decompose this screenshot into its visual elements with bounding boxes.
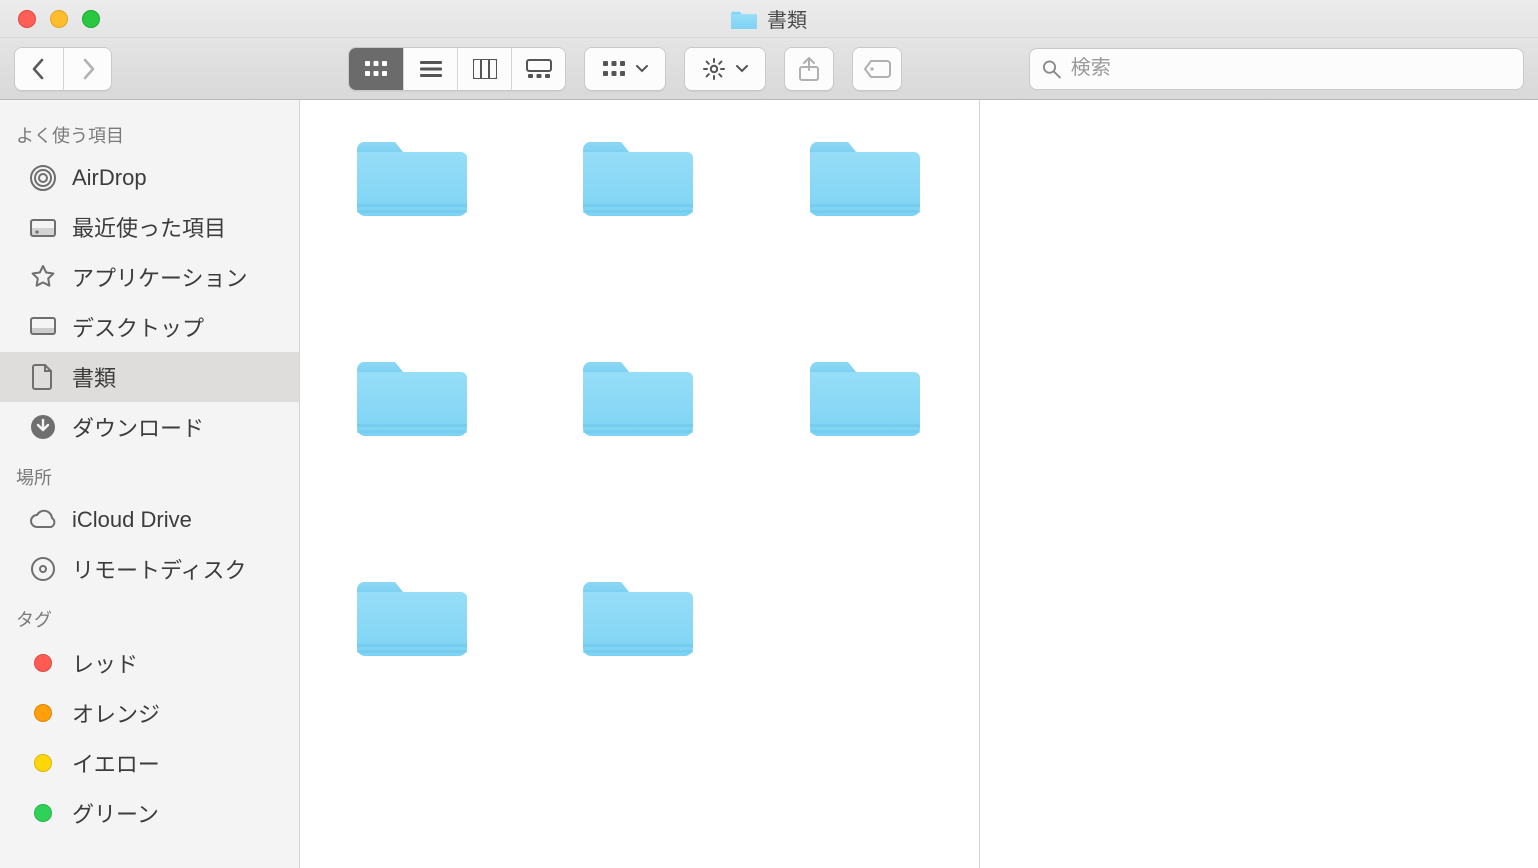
share-button[interactable] [784, 47, 834, 91]
sidebar-item-label: アプリケーション [72, 261, 248, 293]
folder-icon [810, 130, 922, 220]
window-title: 書類 [731, 4, 807, 33]
sidebar-section-locations: 場所 [0, 452, 299, 496]
folder-icon [810, 350, 922, 440]
desktop-icon [28, 312, 58, 342]
sidebar-item-label: レッド [72, 647, 138, 679]
sidebar-tag-yellow[interactable]: イエロー [0, 738, 299, 788]
gallery-view-button[interactable] [511, 48, 565, 90]
recents-icon [28, 212, 58, 242]
sidebar-tag-orange[interactable]: オレンジ [0, 688, 299, 738]
sidebar-item-label: イエロー [72, 747, 160, 779]
folder-icon [357, 570, 469, 660]
sidebar-item-label: デスクトップ [72, 311, 204, 343]
window-controls [0, 10, 100, 28]
folder-icon [357, 130, 469, 220]
documents-icon [28, 362, 58, 392]
sidebar-item-label: 書類 [72, 361, 116, 393]
share-icon [798, 56, 820, 82]
list-view-icon [419, 60, 443, 78]
search-input[interactable] [1071, 57, 1511, 80]
sidebar-tag-red[interactable]: レッド [0, 638, 299, 688]
sidebar: よく使う項目 AirDrop 最近使った項目 アプリケーション デスクトップ [0, 100, 300, 868]
sidebar-item-label: ダウンロード [72, 411, 204, 443]
preview-pane [980, 100, 1538, 868]
tag-dot-icon [28, 648, 58, 678]
nav-buttons [14, 47, 112, 91]
cloud-icon [28, 505, 58, 535]
icon-view-button[interactable] [349, 48, 403, 90]
group-by-dropdown[interactable] [584, 47, 666, 91]
gallery-view-icon [526, 59, 552, 79]
folder-item[interactable] [569, 130, 709, 230]
folder-item[interactable] [343, 130, 483, 230]
close-window-button[interactable] [18, 10, 36, 28]
folder-item[interactable] [343, 570, 483, 670]
folder-icon [583, 570, 695, 660]
folder-icon [357, 350, 469, 440]
sidebar-item-remote-disc[interactable]: リモートディスク [0, 544, 299, 594]
applications-icon [28, 262, 58, 292]
tag-icon [863, 59, 891, 79]
icon-grid-pane[interactable] [300, 100, 980, 868]
forward-button[interactable] [63, 48, 111, 90]
folder-item[interactable] [343, 350, 483, 450]
airdrop-icon [28, 163, 58, 193]
titlebar: 書類 [0, 0, 1538, 38]
chevron-down-icon [636, 65, 648, 73]
sidebar-item-label: オレンジ [72, 697, 160, 729]
sidebar-item-recents[interactable]: 最近使った項目 [0, 202, 299, 252]
disc-icon [28, 554, 58, 584]
group-icon [602, 60, 626, 78]
chevron-left-icon [30, 58, 48, 80]
zoom-window-button[interactable] [82, 10, 100, 28]
minimize-window-button[interactable] [50, 10, 68, 28]
sidebar-item-downloads[interactable]: ダウンロード [0, 402, 299, 452]
sidebar-item-documents[interactable]: 書類 [0, 352, 299, 402]
tag-dot-icon [28, 748, 58, 778]
sidebar-section-favorites: よく使う項目 [0, 110, 299, 154]
downloads-icon [28, 412, 58, 442]
edit-tags-button[interactable] [852, 47, 902, 91]
list-view-button[interactable] [403, 48, 457, 90]
column-view-button[interactable] [457, 48, 511, 90]
chevron-right-icon [79, 58, 97, 80]
sidebar-item-label: リモートディスク [72, 553, 246, 585]
folder-item[interactable] [796, 350, 936, 450]
window-title-text: 書類 [767, 4, 807, 33]
sidebar-tag-green[interactable]: グリーン [0, 788, 299, 838]
sidebar-item-applications[interactable]: アプリケーション [0, 252, 299, 302]
folder-icon [583, 350, 695, 440]
icon-view-icon [364, 60, 388, 78]
sidebar-item-desktop[interactable]: デスクトップ [0, 302, 299, 352]
sidebar-item-label: 最近使った項目 [72, 211, 226, 243]
sidebar-section-tags: タグ [0, 594, 299, 638]
content-area [300, 100, 1538, 868]
column-view-icon [473, 59, 497, 79]
action-dropdown[interactable] [684, 47, 766, 91]
tag-dot-icon [28, 698, 58, 728]
toolbar [0, 38, 1538, 100]
search-icon [1042, 59, 1061, 79]
search-field[interactable] [1029, 48, 1524, 90]
view-switcher [348, 47, 566, 91]
sidebar-item-label: AirDrop [72, 165, 147, 191]
folder-item[interactable] [569, 570, 709, 670]
chevron-down-icon [736, 65, 748, 73]
folder-icon [731, 8, 757, 30]
folder-icon [583, 130, 695, 220]
sidebar-item-airdrop[interactable]: AirDrop [0, 154, 299, 202]
sidebar-item-label: グリーン [72, 797, 159, 829]
tag-dot-icon [28, 798, 58, 828]
folder-item[interactable] [796, 130, 936, 230]
folder-item[interactable] [569, 350, 709, 450]
gear-icon [702, 57, 726, 81]
sidebar-item-label: iCloud Drive [72, 507, 192, 533]
back-button[interactable] [15, 48, 63, 90]
sidebar-item-icloud[interactable]: iCloud Drive [0, 496, 299, 544]
